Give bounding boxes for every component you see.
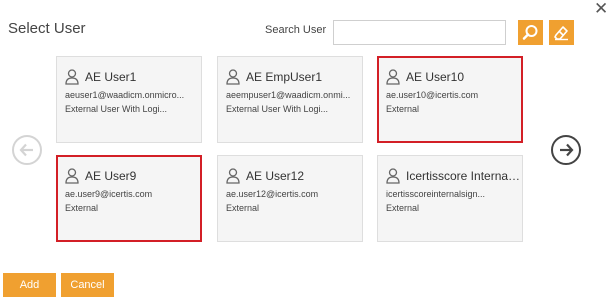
user-card[interactable]: AE User12 ae.user12@icertis.com External xyxy=(217,155,363,242)
search-input[interactable] xyxy=(333,20,506,45)
prev-page-button[interactable] xyxy=(12,135,42,165)
user-email: icertisscoreinternalsign... xyxy=(386,189,486,199)
user-email: ae.user9@icertis.com xyxy=(65,189,153,199)
user-icon xyxy=(65,168,79,184)
user-card[interactable]: AE User1 aeuser1@waadicm.onmicro... Exte… xyxy=(56,56,202,143)
user-name: AE User12 xyxy=(246,169,305,183)
cancel-button[interactable]: Cancel xyxy=(61,273,114,297)
user-type: External xyxy=(226,203,260,213)
user-icon xyxy=(226,69,240,85)
user-name: AE User10 xyxy=(406,70,465,84)
user-card[interactable]: AE User9 ae.user9@icertis.com External xyxy=(56,155,202,242)
user-card[interactable]: AE User10 ae.user10@icertis.com External xyxy=(377,56,523,143)
user-card[interactable]: Icertisscore Internalsi... icertisscorei… xyxy=(377,155,523,242)
eraser-icon xyxy=(554,26,568,41)
magnifier-icon xyxy=(522,25,538,40)
clear-search-button[interactable] xyxy=(549,20,574,45)
user-icon xyxy=(226,168,240,184)
user-type: External xyxy=(386,203,420,213)
close-icon[interactable]: ✕ xyxy=(594,0,608,17)
user-type: External xyxy=(386,104,420,114)
user-icon xyxy=(65,69,79,85)
user-name: AE User9 xyxy=(85,169,137,183)
search-label: Search User xyxy=(265,24,327,36)
user-email: aeempuser1@waadicm.onmi... xyxy=(226,90,351,100)
user-type: External User With Logi... xyxy=(226,104,329,114)
add-button[interactable]: Add xyxy=(3,273,56,297)
user-email: aeuser1@waadicm.onmicro... xyxy=(65,90,185,100)
dialog-title: Select User xyxy=(8,20,86,37)
user-name: AE EmpUser1 xyxy=(246,70,323,84)
arrow-left-circle-icon xyxy=(19,143,33,157)
arrow-right-circle-icon xyxy=(560,143,574,157)
user-card[interactable]: AE EmpUser1 aeempuser1@waadicm.onmi... E… xyxy=(217,56,363,143)
user-type: External xyxy=(65,203,99,213)
user-email: ae.user12@icertis.com xyxy=(226,189,319,199)
user-type: External User With Logi... xyxy=(65,104,168,114)
search-button[interactable] xyxy=(518,20,543,45)
user-name: Icertisscore Internalsi... xyxy=(406,169,522,183)
user-icon xyxy=(386,168,400,184)
user-name: AE User1 xyxy=(85,70,137,84)
user-email: ae.user10@icertis.com xyxy=(386,90,479,100)
next-page-button[interactable] xyxy=(551,135,581,165)
user-icon xyxy=(386,69,400,85)
